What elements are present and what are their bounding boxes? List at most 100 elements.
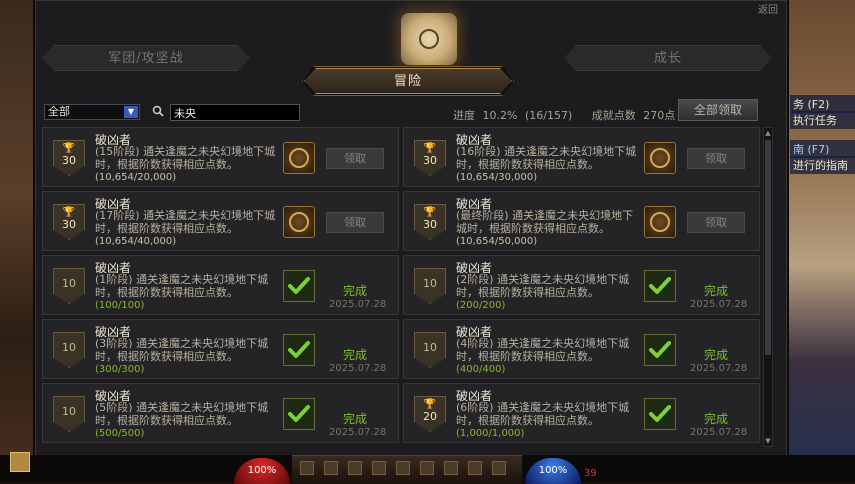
- game-background-right: [785, 0, 855, 483]
- completed-label: 完成: [343, 348, 368, 362]
- badge-points: 30: [62, 154, 76, 167]
- achievement-progress: (300/300): [95, 364, 145, 375]
- scroll-down-icon[interactable]: ▼: [764, 436, 772, 446]
- checkmark-icon: [283, 334, 315, 366]
- achievement-progress: (10,654/40,000): [95, 236, 177, 247]
- achievement-card: 🏆 30 破凶者 (17阶段) 通关逢魔之未央幻境地下城时，根据阶数获得相应点数。 (1…: [42, 191, 399, 251]
- achievement-description: (5阶段) 通关逢魔之未央幻境地下城时，根据阶数获得相应点数。: [95, 401, 269, 427]
- completed-label: 完成: [704, 348, 729, 362]
- achievement-description: (16阶段) 通关逢魔之未央幻境地下城时，根据阶数获得相应点数。: [456, 145, 637, 171]
- points-badge: 10: [414, 268, 446, 304]
- completed-date: 2025.07.28: [690, 427, 748, 438]
- completed-date: 2025.07.28: [690, 363, 748, 374]
- search-input[interactable]: [170, 104, 300, 121]
- checkmark-icon: [283, 270, 315, 302]
- achievement-card: 10 破凶者 (4阶段) 通关逢魔之未央幻境地下城时，根据阶数获得相应点数。 (400…: [403, 319, 760, 379]
- achievement-progress: (1,000/1,000): [456, 428, 525, 439]
- compass-icon: [419, 29, 439, 49]
- achievement-description: (4阶段) 通关逢魔之未央幻境地下城时，根据阶数获得相应点数。: [456, 337, 630, 363]
- achievement-card: 10 破凶者 (2阶段) 通关逢魔之未央幻境地下城时，根据阶数获得相应点数。 (200…: [403, 255, 760, 315]
- progress-summary: 进度 10.2% (16/157) 成就点数 270点: [453, 107, 679, 123]
- achievement-progress: (10,654/30,000): [456, 172, 538, 183]
- claim-button[interactable]: 领取: [326, 212, 384, 233]
- game-background-left: [0, 0, 40, 483]
- skill-slot[interactable]: [300, 461, 314, 475]
- skill-slot[interactable]: [348, 461, 362, 475]
- completed-date: 2025.07.28: [690, 299, 748, 310]
- progress-percent: 10.2%: [482, 109, 518, 122]
- chevron-down-icon[interactable]: ▼: [124, 106, 138, 118]
- achievement-progress: (200/200): [456, 300, 506, 311]
- badge-points: 10: [62, 277, 76, 290]
- bottom-hud: 100% 100%: [0, 455, 855, 484]
- achievement-card: 🏆 30 破凶者 (16阶段) 通关逢魔之未央幻境地下城时，根据阶数获得相应点数。 (1…: [403, 127, 760, 187]
- tab-growth[interactable]: 成长: [564, 45, 772, 71]
- tab-legion-raid[interactable]: 军团/攻坚战: [42, 45, 250, 71]
- claim-button[interactable]: 领取: [687, 212, 745, 233]
- claim-button[interactable]: 领取: [326, 148, 384, 169]
- points-badge: 10: [53, 396, 85, 432]
- points-badge: 🏆 20: [414, 396, 446, 432]
- badge-points: 10: [423, 341, 437, 354]
- progress-label: 进度: [453, 109, 475, 122]
- scroll-up-icon[interactable]: ▲: [764, 128, 772, 138]
- achievement-card: 10 破凶者 (1阶段) 通关逢魔之未央幻境地下城时，根据阶数获得相应点数。 (100…: [42, 255, 399, 315]
- points-value: 270点: [643, 109, 676, 122]
- achievement-card: 🏆 30 破凶者 (最终阶段) 通关逢魔之未央幻境地下城时，根据阶数获得相应点数。 (1…: [403, 191, 760, 251]
- claim-button[interactable]: 领取: [687, 148, 745, 169]
- badge-points: 30: [423, 218, 437, 231]
- back-link[interactable]: 返回: [758, 1, 778, 16]
- category-select-value: 全部: [48, 105, 70, 118]
- achievement-card: 10 破凶者 (3阶段) 通关逢魔之未央幻境地下城时，根据阶数获得相应点数。 (300…: [42, 319, 399, 379]
- category-select[interactable]: 全部 ▼: [44, 104, 140, 120]
- achievement-description: (15阶段) 通关逢魔之未央幻境地下城时，根据阶数获得相应点数。: [95, 145, 276, 171]
- completed-date: 2025.07.28: [329, 299, 387, 310]
- points-badge: 🏆 30: [414, 140, 446, 176]
- achievement-window: 返回 军团/攻坚战 成长 冒险 全部 ▼ 进度 10.2% (16/157) 成…: [35, 0, 787, 462]
- skill-slot[interactable]: [420, 461, 434, 475]
- search-icon: [152, 105, 164, 117]
- achievement-description: (2阶段) 通关逢魔之未央幻境地下城时，根据阶数获得相应点数。: [456, 273, 630, 299]
- claim-all-button[interactable]: 全部领取: [678, 99, 758, 121]
- achievement-progress: (10,654/20,000): [95, 172, 177, 183]
- badge-points: 30: [62, 218, 76, 231]
- achievement-description: (17阶段) 通关逢魔之未央幻境地下城时，根据阶数获得相应点数。: [95, 209, 276, 235]
- tab-adventure[interactable]: 冒险: [304, 68, 512, 94]
- points-badge: 🏆 30: [53, 140, 85, 176]
- badge-points: 10: [423, 277, 437, 290]
- reward-emblem-icon: [644, 206, 676, 238]
- achievement-description: (1阶段) 通关逢魔之未央幻境地下城时，根据阶数获得相应点数。: [95, 273, 269, 299]
- skill-slot[interactable]: [396, 461, 410, 475]
- achievement-description: (最终阶段) 通关逢魔之未央幻境地下城时，根据阶数获得相应点数。: [456, 209, 634, 235]
- completed-label: 完成: [343, 284, 368, 298]
- points-badge: 10: [53, 332, 85, 368]
- progress-fraction: (16/157): [524, 109, 573, 122]
- scroll-emblem-icon: [401, 13, 457, 65]
- completed-date: 2025.07.28: [329, 363, 387, 374]
- achievement-progress: (100/100): [95, 300, 145, 311]
- skill-slot[interactable]: [324, 461, 338, 475]
- reward-emblem-icon: [644, 142, 676, 174]
- list-scrollbar[interactable]: ▲ ▼: [763, 127, 773, 447]
- skill-bar: [292, 455, 522, 484]
- completed-label: 完成: [343, 412, 368, 426]
- level-number: 39: [584, 468, 597, 479]
- scroll-thumb[interactable]: [765, 140, 771, 355]
- mp-orb: 100%: [525, 458, 581, 484]
- points-badge: 🏆 30: [414, 204, 446, 240]
- checkmark-icon: [644, 270, 676, 302]
- badge-points: 10: [62, 341, 76, 354]
- skill-slot[interactable]: [444, 461, 458, 475]
- checkmark-icon: [283, 398, 315, 430]
- skill-slot[interactable]: [468, 461, 482, 475]
- achievement-progress: (500/500): [95, 428, 145, 439]
- achievement-card: 🏆 30 破凶者 (15阶段) 通关逢魔之未央幻境地下城时，根据阶数获得相应点数。 (1…: [42, 127, 399, 187]
- achievement-progress: (10,654/50,000): [456, 236, 538, 247]
- achievement-card: 10 破凶者 (5阶段) 通关逢魔之未央幻境地下城时，根据阶数获得相应点数。 (500…: [42, 383, 399, 443]
- side-quest-text: 执行任务: [790, 111, 855, 129]
- checkmark-icon: [644, 334, 676, 366]
- skill-slot[interactable]: [492, 461, 506, 475]
- skill-slot[interactable]: [372, 461, 386, 475]
- points-badge: 10: [414, 332, 446, 368]
- menu-icon[interactable]: [10, 452, 30, 472]
